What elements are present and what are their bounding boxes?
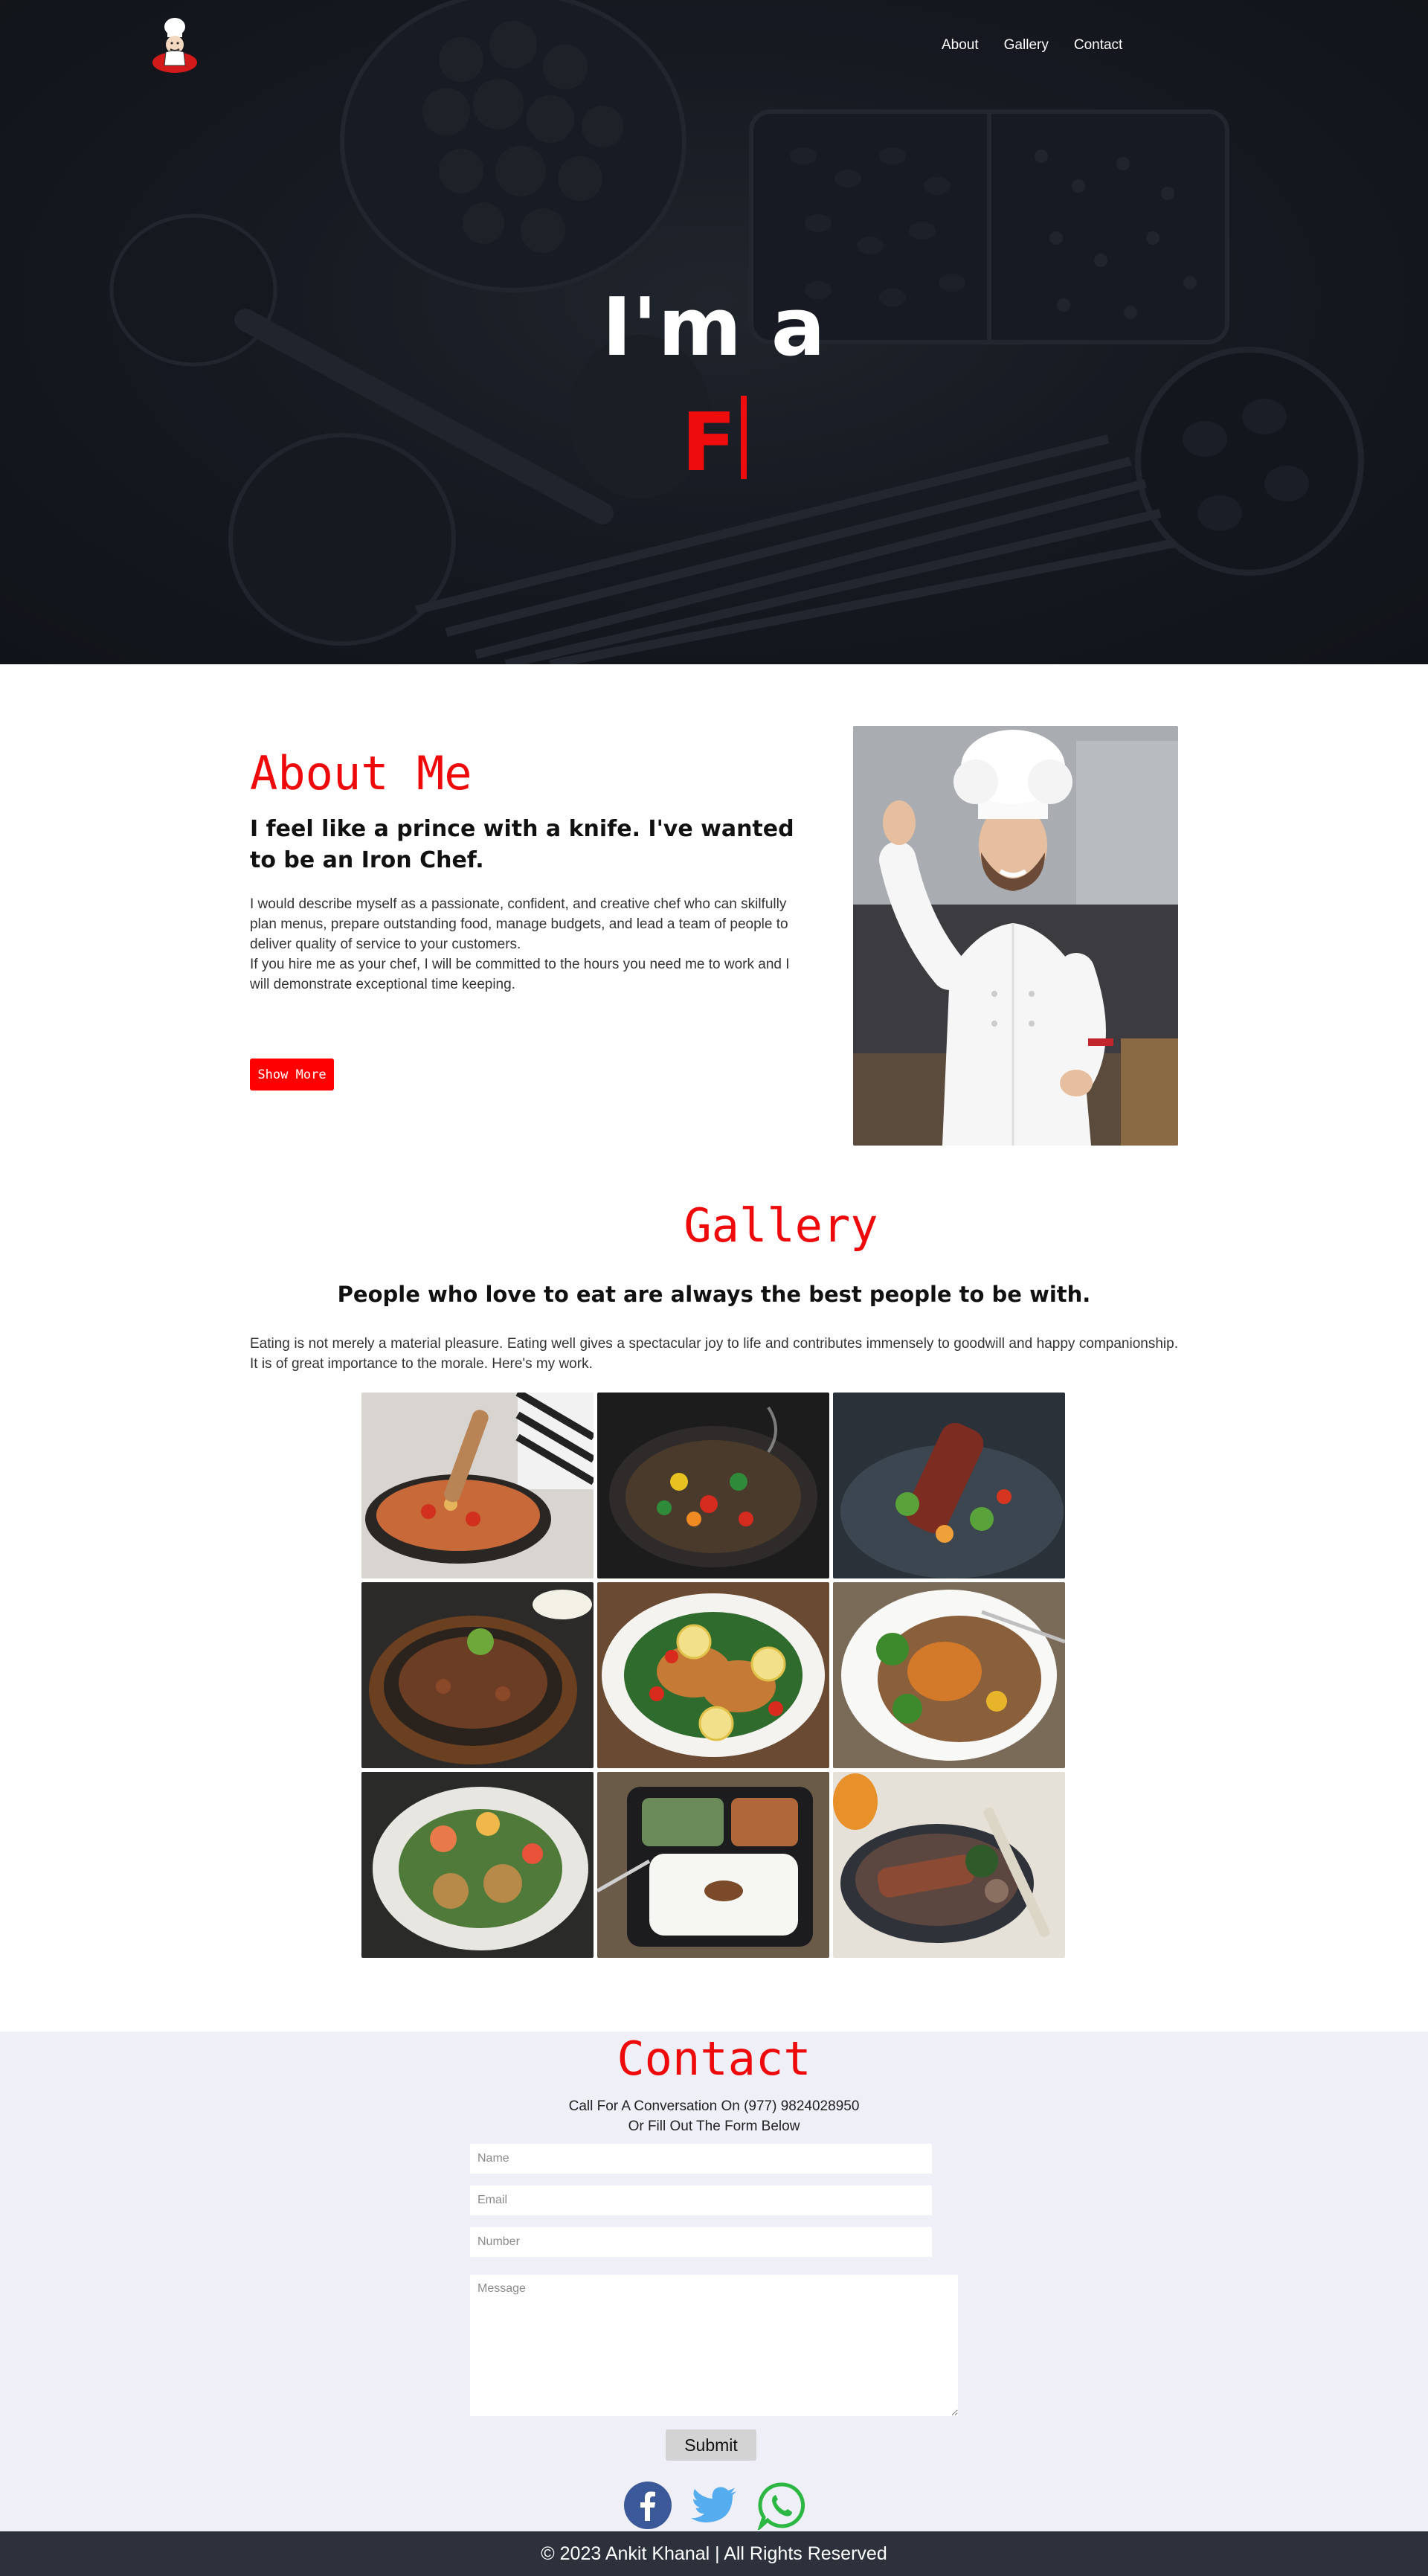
hero-section: About Gallery Contact I'm a F xyxy=(0,0,1428,664)
contact-section: Contact Call For A Conversation On (977)… xyxy=(0,2031,1428,2531)
email-input[interactable] xyxy=(470,2185,932,2215)
gallery-paragraph: Eating is not merely a material pleasure… xyxy=(250,1336,1178,1372)
social-links xyxy=(623,2481,806,2530)
submit-button[interactable]: Submit xyxy=(666,2429,756,2461)
contact-form-hint: Or Fill Out The Form Below xyxy=(628,2119,800,2134)
hero-typed-text: F xyxy=(0,396,1428,489)
about-title: About Me xyxy=(250,746,472,800)
nav-link-about[interactable]: About xyxy=(942,37,979,54)
gallery-title: Gallery xyxy=(684,1198,878,1253)
about-subtitle: I feel like a prince with a knife. I've … xyxy=(250,816,794,873)
gallery-image-stir-fry-pan[interactable] xyxy=(361,1393,594,1578)
gallery-section: Gallery People who love to eat are alway… xyxy=(0,1185,1428,2031)
number-input[interactable] xyxy=(470,2227,932,2257)
contact-title: Contact xyxy=(617,2031,811,2086)
hero-typed-letters: F xyxy=(681,396,736,489)
about-paragraph: I would describe myself as a passionate,… xyxy=(250,894,800,995)
nav-links: About Gallery Contact xyxy=(942,37,1148,54)
gallery-image-sizzling-platter[interactable] xyxy=(361,1582,594,1768)
about-text-block: About Me I feel like a prince with a kni… xyxy=(250,746,805,995)
message-textarea[interactable] xyxy=(470,2275,958,2416)
nav-link-gallery[interactable]: Gallery xyxy=(1004,37,1049,54)
about-paragraph-1: I would describe myself as a passionate,… xyxy=(250,896,788,952)
copyright-text: © 2023 Ankit Khanal | All Rights Reserve… xyxy=(541,2543,887,2564)
nav-link-contact[interactable]: Contact xyxy=(1074,37,1122,54)
gallery-image-vegetable-wok[interactable] xyxy=(597,1393,829,1578)
gallery-image-garden-salad[interactable] xyxy=(361,1772,594,1958)
contact-phone-line: Call For A Conversation On (977) 9824028… xyxy=(568,2098,860,2114)
chef-photo xyxy=(853,726,1178,1146)
twitter-icon[interactable] xyxy=(690,2481,739,2530)
gallery-grid xyxy=(361,1393,1067,1958)
chef-logo[interactable] xyxy=(151,16,199,74)
whatsapp-icon[interactable] xyxy=(757,2481,806,2530)
gallery-subtitle: People who love to eat are always the be… xyxy=(337,1282,1091,1307)
facebook-icon[interactable] xyxy=(623,2481,672,2530)
gallery-image-steak-plate[interactable] xyxy=(833,1772,1065,1958)
about-paragraph-2: If you hire me as your chef, I will be c… xyxy=(250,957,790,992)
typing-cursor xyxy=(740,396,747,479)
gallery-image-grain-bowl[interactable] xyxy=(833,1582,1065,1768)
about-section: About Me I feel like a prince with a kni… xyxy=(0,664,1428,1185)
top-navbar: About Gallery Contact xyxy=(0,0,1428,97)
name-input[interactable] xyxy=(470,2144,932,2174)
show-more-button[interactable]: Show More xyxy=(250,1059,334,1091)
gallery-image-lemon-chicken[interactable] xyxy=(597,1582,829,1768)
gallery-image-salad-roll[interactable] xyxy=(833,1393,1065,1578)
hero-title: I'm a xyxy=(602,281,826,374)
footer: © 2023 Ankit Khanal | All Rights Reserve… xyxy=(0,2531,1428,2576)
gallery-image-rice-box[interactable] xyxy=(597,1772,829,1958)
